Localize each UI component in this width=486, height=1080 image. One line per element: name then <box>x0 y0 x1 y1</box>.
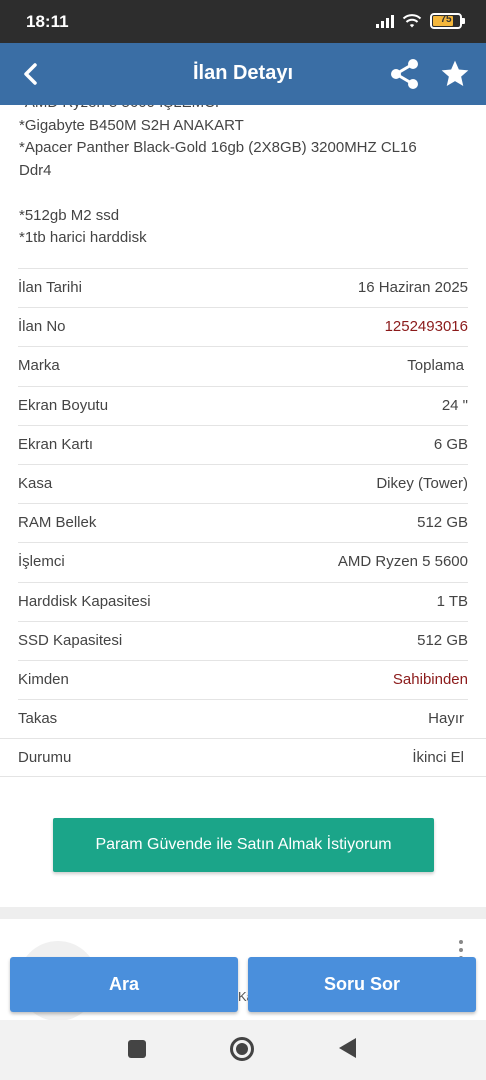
ask-question-button[interactable]: Soru Sor <box>248 957 476 1012</box>
spec-value: Toplama <box>407 357 464 375</box>
spec-value: İkinci El <box>412 749 464 767</box>
spec-label: Kasa <box>18 474 53 492</box>
spec-value: 24 " <box>441 396 468 414</box>
description-line: *1tb harici harddisk <box>19 229 147 246</box>
system-nav-bar <box>0 1020 486 1080</box>
spec-label: Ekran Kartı <box>18 435 94 453</box>
spec-label: Durumu <box>18 749 72 767</box>
spec-value: AMD Ryzen 5 5600 <box>337 553 468 571</box>
spec-row-marka: Marka Toplama <box>18 346 468 385</box>
section-divider <box>0 907 486 919</box>
description-line: *Apacer Panther Black-Gold 16gb (2X8GB) … <box>19 139 417 156</box>
status-bar: 18:11 75 <box>0 0 486 43</box>
spec-row-kimden: Kimden Sahibinden <box>18 659 468 699</box>
spec-value: 6 GB <box>433 435 468 453</box>
home-icon[interactable] <box>230 1037 254 1061</box>
spec-row-kasa: Kasa Dikey (Tower) <box>18 463 468 503</box>
spec-row-takas: Takas Hayır <box>18 699 468 738</box>
spec-label: Marka <box>18 357 60 375</box>
call-button[interactable]: Ara <box>10 957 238 1012</box>
signal-icon <box>376 14 394 28</box>
spec-row-harddisk: Harddisk Kapasitesi 1 TB <box>18 581 468 621</box>
app-bar: İlan Detayı <box>0 43 486 105</box>
recent-apps-icon[interactable] <box>128 1040 146 1058</box>
favorite-button[interactable] <box>436 55 474 93</box>
spec-row-ekran-karti: Ekran Kartı 6 GB <box>18 424 468 464</box>
spec-value: Dikey (Tower) <box>376 474 468 492</box>
battery-icon: 75 <box>430 13 465 29</box>
spec-row-ssd: SSD Kapasitesi 512 GB <box>18 620 468 660</box>
listing-description: *AMD Ryzen 5 5600 İŞLEMCİ *Gigabyte B450… <box>19 105 479 250</box>
spec-label: İlan No <box>18 318 66 336</box>
spec-label: RAM Bellek <box>18 514 97 532</box>
share-button[interactable] <box>387 56 423 92</box>
wifi-icon <box>402 14 422 28</box>
listing-content: *AMD Ryzen 5 5600 İŞLEMCİ *Gigabyte B450… <box>0 105 486 1020</box>
spec-table: İlan Tarihi 16 Haziran 2025 İlan No 1252… <box>0 268 486 778</box>
spec-row-islemci: İşlemci AMD Ryzen 5 5600 <box>18 542 468 581</box>
description-line: *Gigabyte B450M S2H ANAKART <box>19 116 244 134</box>
status-time: 18:11 <box>26 12 69 31</box>
spec-value: 16 Haziran 2025 <box>357 279 468 296</box>
spec-value: Hayır <box>428 710 464 728</box>
spec-label: Ekran Boyutu <box>18 396 109 414</box>
spec-row-ekran-boyutu: Ekran Boyutu 24 " <box>18 385 468 425</box>
status-icons: 75 <box>376 13 465 29</box>
spec-value: 512 GB <box>417 631 468 649</box>
spec-row-ilan-tarihi: İlan Tarihi 16 Haziran 2025 <box>18 268 468 307</box>
spec-label: İlan Tarihi <box>18 279 82 296</box>
spec-value: 512 GB <box>417 514 468 532</box>
spec-row-ilan-no: İlan No 1252493016 <box>18 307 468 346</box>
spec-label: İşlemci <box>18 553 65 571</box>
spec-value: 1 TB <box>436 592 468 610</box>
share-icon <box>391 59 418 89</box>
spec-label: Harddisk Kapasitesi <box>18 592 151 610</box>
spec-label: Kimden <box>18 670 69 688</box>
listing-number[interactable]: 1252493016 <box>385 318 468 335</box>
description-line <box>19 182 479 205</box>
description-line: *512gb M2 ssd <box>19 206 120 224</box>
star-icon <box>441 60 469 86</box>
description-line: Ddr4 <box>19 161 52 179</box>
spec-label: SSD Kapasitesi <box>18 631 123 649</box>
spec-row-ram-bellek: RAM Bellek 512 GB <box>18 503 468 542</box>
seller-type: Sahibinden <box>392 670 468 688</box>
spec-label: Takas <box>18 710 58 728</box>
param-guvende-button[interactable]: Param Güvende ile Satın Almak İstiyorum <box>53 818 434 872</box>
battery-level: 75 <box>440 14 452 25</box>
back-triangle-icon[interactable] <box>339 1038 356 1058</box>
description-line: *AMD Ryzen 5 5600 İŞLEMCİ <box>19 105 479 115</box>
spec-row-durumu: Durumu İkinci El <box>0 738 486 778</box>
